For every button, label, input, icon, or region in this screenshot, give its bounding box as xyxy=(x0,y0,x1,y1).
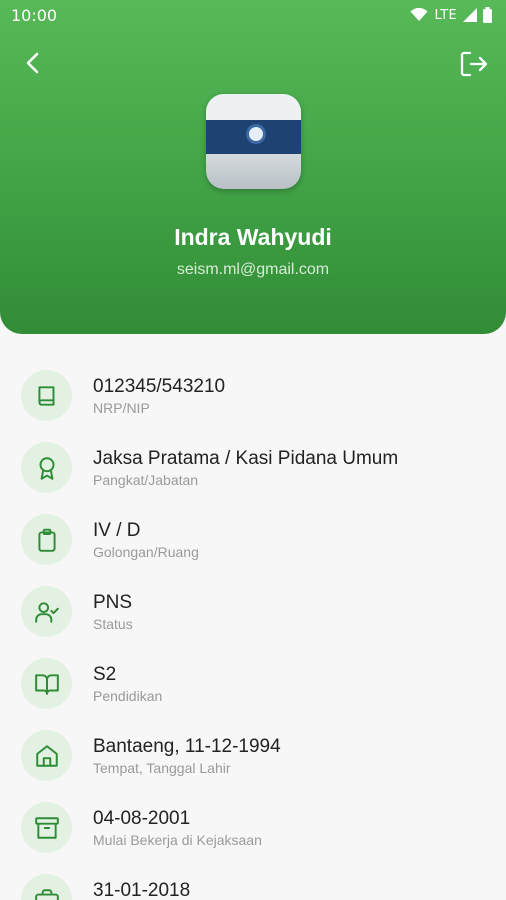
profile-email: seism.ml@gmail.com xyxy=(176,261,330,278)
list-item-pangkat: Jaksa Pratama / Kasi Pidana Umum Pangkat… xyxy=(0,430,506,502)
list-item-golongan: IV / D Golongan/Ruang xyxy=(0,502,506,574)
item-label: Pendidikan xyxy=(93,688,163,704)
user-check-icon xyxy=(34,601,59,623)
list-item-nrp: 012345/543210 NRP/NIP xyxy=(0,358,506,430)
item-value: Jaksa Pratama / Kasi Pidana Umum xyxy=(93,448,399,469)
profile-details-list: 012345/543210 NRP/NIP Jaksa Pratama / Ka… xyxy=(0,358,506,900)
item-label: NRP/NIP xyxy=(93,400,150,416)
award-icon xyxy=(39,456,54,480)
logout-icon[interactable] xyxy=(458,48,490,80)
list-item-mulai-bekerja: 04-08-2001 Mulai Bekerja di Kejaksaan xyxy=(0,790,506,862)
battery-icon xyxy=(483,7,492,23)
list-item-ttl: Bantaeng, 11-12-1994 Tempat, Tanggal Lah… xyxy=(0,718,506,790)
home-icon xyxy=(35,744,58,767)
book-icon xyxy=(37,385,54,406)
item-label: Golongan/Ruang xyxy=(93,544,199,560)
wifi-icon xyxy=(410,8,428,21)
status-bar: 10:00 LTE xyxy=(0,0,506,32)
list-item-pendidikan: S2 Pendidikan xyxy=(0,646,506,718)
item-label: Tempat, Tanggal Lahir xyxy=(93,760,231,776)
profile-header: 10:00 LTE Indra Wahyudi seism.ml@gmail.c… xyxy=(0,0,506,334)
item-value: S2 xyxy=(93,664,117,685)
clipboard-icon xyxy=(37,528,56,552)
archive-icon xyxy=(34,816,59,839)
list-item-tmt: 31-01-2018 xyxy=(0,862,506,900)
item-value: Bantaeng, 11-12-1994 xyxy=(93,736,281,757)
item-value: 04-08-2001 xyxy=(93,808,191,829)
list-item-status: PNS Status xyxy=(0,574,506,646)
item-label: Mulai Bekerja di Kejaksaan xyxy=(93,832,262,848)
back-icon[interactable] xyxy=(18,48,48,78)
signal-icon xyxy=(463,8,477,22)
profile-name: Indra Wahyudi xyxy=(174,224,332,250)
book-open-icon xyxy=(34,673,59,695)
item-label: Status xyxy=(93,616,133,632)
item-value: IV / D xyxy=(93,520,141,541)
status-time: 10:00 xyxy=(11,6,58,25)
status-icons: LTE xyxy=(410,7,492,23)
avatar[interactable] xyxy=(206,94,301,189)
item-value: 012345/543210 xyxy=(93,376,226,397)
item-value: PNS xyxy=(93,592,133,613)
briefcase-icon xyxy=(34,888,59,900)
item-value: 31-01-2018 xyxy=(93,880,191,900)
network-type: LTE xyxy=(434,7,457,23)
item-label: Pangkat/Jabatan xyxy=(93,472,199,488)
